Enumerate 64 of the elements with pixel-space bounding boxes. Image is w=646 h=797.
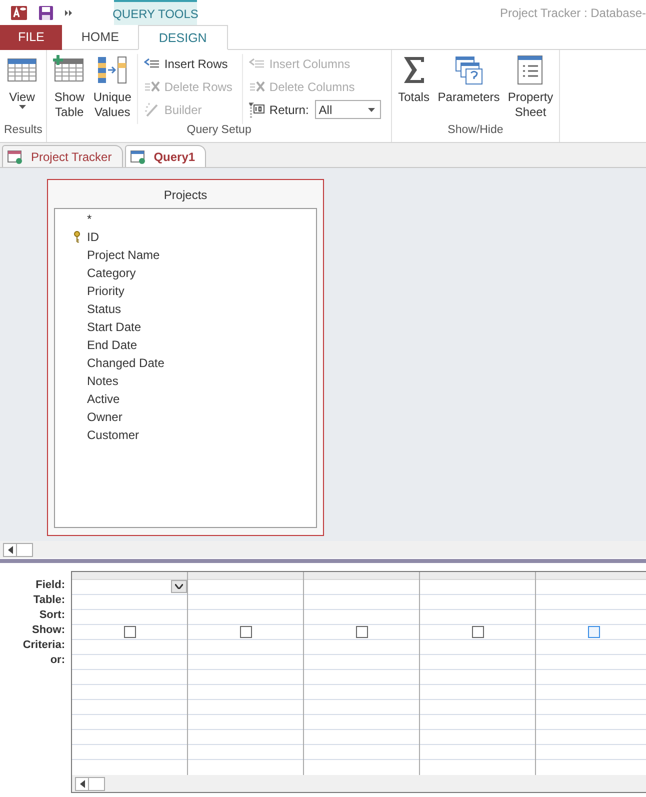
- field-name[interactable]: End Date: [87, 338, 138, 352]
- field-name[interactable]: Category: [87, 266, 136, 280]
- context-tab-label: QUERY TOOLS: [114, 0, 197, 25]
- return-label: Return:: [269, 102, 309, 116]
- ribbon-tab[interactable]: DESIGN: [138, 25, 228, 50]
- wand-icon: [144, 102, 160, 118]
- ribbon-button[interactable]: Parameters: [436, 54, 502, 124]
- field-name[interactable]: Project Name: [87, 248, 160, 262]
- document-tab[interactable]: Query1: [124, 145, 206, 167]
- left-arrow-icon: [80, 780, 84, 788]
- show-checkbox[interactable]: [588, 626, 600, 638]
- show-checkbox[interactable]: [240, 626, 252, 638]
- delete-x-icon: [249, 78, 266, 94]
- show-checkbox[interactable]: [356, 626, 368, 638]
- caret-icon: [368, 108, 375, 112]
- caret-icon: [18, 105, 26, 109]
- scroll-thumb[interactable]: [89, 776, 105, 790]
- show-checkbox[interactable]: [472, 626, 484, 638]
- document-icon: [7, 150, 23, 164]
- ribbon-tab[interactable]: FILE: [0, 25, 62, 50]
- ribbon-button[interactable]: View: [4, 54, 40, 124]
- show-checkbox[interactable]: [124, 626, 136, 638]
- ribbon-button[interactable]: Totals: [396, 54, 432, 124]
- field-name[interactable]: *: [87, 212, 92, 226]
- scroll-left-button[interactable]: [3, 542, 17, 556]
- database-logo-icon[interactable]: [10, 4, 28, 22]
- ribbon-button[interactable]: Property Sheet: [506, 54, 556, 124]
- field-name[interactable]: ID: [87, 230, 99, 244]
- table-window[interactable]: Projects * ID Project Name Category Priority Status Start Date End Date Changed Date Notes Active Owner Customer: [47, 179, 324, 536]
- group-label: Results: [4, 124, 42, 138]
- document-icon: [130, 150, 146, 164]
- field-name[interactable]: Start Date: [87, 320, 142, 334]
- table-title: Projects: [162, 187, 208, 204]
- ribbon-button[interactable]: Show Table: [51, 54, 88, 124]
- chevron-down-icon: [175, 584, 183, 589]
- row-label: Table:: [32, 593, 65, 608]
- row-label: Field:: [34, 578, 65, 593]
- row-label: Show:: [31, 623, 65, 638]
- left-arrow-icon: [8, 546, 12, 554]
- ribbon-button[interactable]: Unique Values: [91, 54, 134, 124]
- document-tab[interactable]: Project Tracker: [2, 145, 123, 167]
- field-name[interactable]: Status: [87, 302, 122, 316]
- ribbon-button[interactable]: Insert Rows: [144, 54, 232, 73]
- row-label: Sort:: [38, 608, 65, 623]
- group-label: Show/Hide: [446, 124, 504, 138]
- return-count-icon: [249, 102, 266, 118]
- field-name[interactable]: Changed Date: [87, 356, 164, 370]
- window-title: Project Tracker : Database-: [500, 6, 646, 20]
- field-name[interactable]: Customer: [87, 428, 140, 442]
- field-dropdown-button[interactable]: [171, 580, 187, 593]
- customize-icon[interactable]: [64, 8, 74, 18]
- field-name[interactable]: Active: [87, 392, 120, 406]
- group-label: Query Setup: [186, 124, 252, 138]
- field-name[interactable]: Priority: [87, 284, 124, 298]
- save-icon[interactable]: [38, 4, 54, 20]
- row-label: Criteria:: [22, 638, 65, 653]
- row-label: or:: [49, 653, 65, 668]
- return-dropdown[interactable]: All: [314, 100, 381, 119]
- scroll-thumb[interactable]: [17, 542, 33, 556]
- scroll-left-button[interactable]: [75, 776, 89, 790]
- field-name[interactable]: Notes: [87, 374, 118, 388]
- stacked-windows-icon: [452, 54, 485, 86]
- delete-x-icon: [144, 78, 160, 94]
- field-name[interactable]: Owner: [87, 410, 122, 424]
